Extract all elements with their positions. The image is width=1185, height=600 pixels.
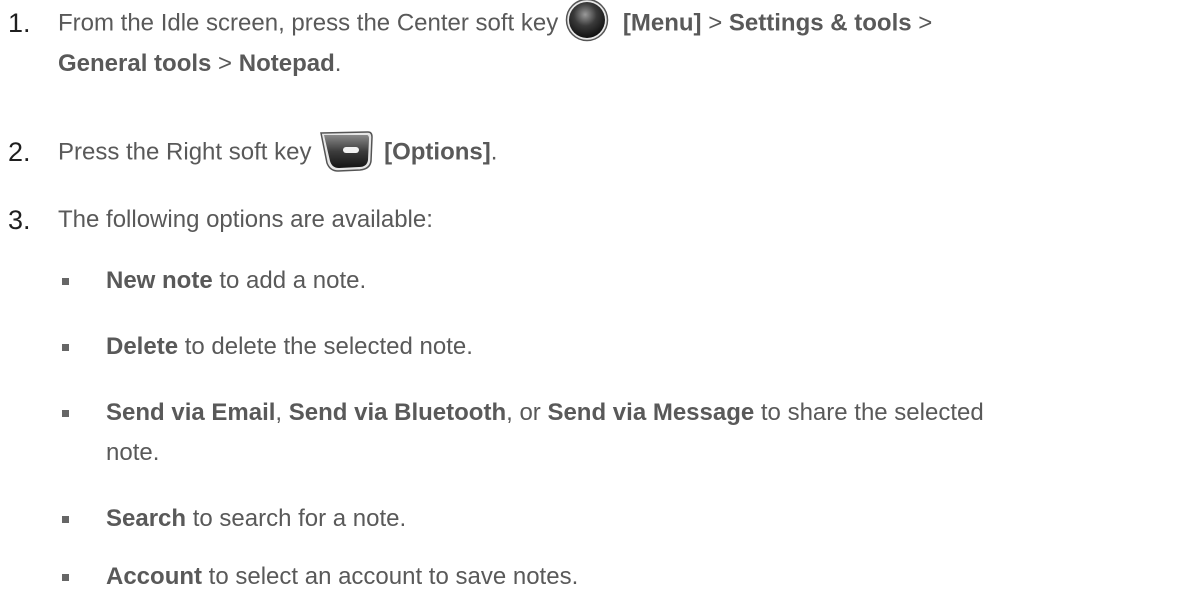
bullet-icon	[62, 410, 69, 417]
option-line: Delete to delete the selected note.	[106, 327, 473, 367]
option-name: Account	[106, 563, 202, 590]
option-line-continued: note.	[106, 433, 159, 473]
bullet-icon	[62, 278, 69, 285]
option-line: Send via Email, Send via Bluetooth, or S…	[106, 393, 984, 433]
menu-label: [Menu]	[622, 9, 702, 37]
option-description: , or	[506, 399, 548, 426]
option-description: to select an account to save notes.	[202, 563, 579, 590]
option-description: ,	[275, 399, 289, 426]
step-text: From the Idle screen, press the Center s…	[58, 9, 565, 37]
bullet-icon	[62, 344, 69, 351]
settings-tools-label: Settings & tools	[728, 9, 912, 37]
option-description: to add a note.	[212, 267, 367, 294]
step-3-line-1: The following options are available:	[58, 199, 433, 241]
option-line: Search to search for a note.	[106, 499, 406, 539]
options-label: [Options]	[384, 138, 491, 166]
step-number: 2.	[8, 137, 31, 167]
step-text: >	[211, 50, 239, 77]
step-text: .	[490, 138, 498, 166]
option-name: Send via Bluetooth	[288, 399, 507, 426]
step-text: The following options are available:	[58, 206, 433, 233]
option-description: to share the selected	[754, 399, 984, 426]
instruction-page: 1. From the Idle screen, press the Cente…	[0, 0, 1185, 600]
step-number: 1.	[8, 8, 31, 38]
option-description: note.	[106, 439, 160, 466]
step-text: Press the Right soft key	[58, 138, 319, 166]
option-description: to search for a note.	[186, 505, 407, 532]
bullet-icon	[62, 574, 69, 581]
bullet-icon	[62, 516, 69, 523]
option-name: Send via Email	[106, 399, 276, 426]
step-1-line-2: General tools > Notepad.	[58, 43, 341, 85]
option-name: Search	[106, 505, 187, 532]
notepad-label: Notepad	[238, 50, 335, 77]
general-tools-label: General tools	[58, 50, 212, 77]
option-name: Send via Message	[547, 399, 755, 426]
step-1-line-1: From the Idle screen, press the Center s…	[58, 0, 933, 46]
option-description: to delete the selected note.	[178, 333, 473, 360]
option-name: New note	[106, 267, 213, 294]
option-name: Delete	[106, 333, 179, 360]
step-text: >	[911, 9, 933, 37]
option-line: New note to add a note.	[106, 261, 366, 301]
step-text: >	[701, 9, 729, 37]
right-soft-key-icon	[318, 129, 374, 173]
step-2-line-1: Press the Right soft key [Options].	[58, 131, 497, 175]
step-text: .	[334, 50, 342, 77]
option-line: Account to select an account to save not…	[106, 557, 578, 597]
center-soft-key-icon	[565, 0, 609, 42]
step-number: 3.	[8, 205, 31, 235]
